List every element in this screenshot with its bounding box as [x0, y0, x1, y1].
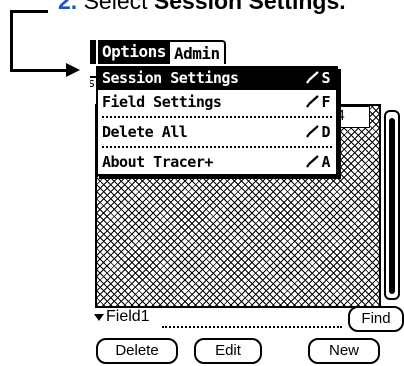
scrollbar[interactable] — [384, 110, 400, 300]
menu-shortcut: F — [305, 93, 330, 111]
command-stroke-icon — [305, 71, 320, 85]
shortcut-key: A — [321, 153, 330, 171]
callout-line-top — [10, 10, 48, 13]
field-selector[interactable]: Field1 — [106, 308, 150, 326]
menu-item-delete-all[interactable]: Delete All D — [98, 120, 336, 144]
background-label: s — [90, 76, 96, 90]
menu-item-label: Session Settings — [102, 69, 239, 87]
menu-options[interactable]: Options — [98, 40, 170, 64]
shortcut-key: F — [321, 93, 330, 111]
menu-item-label: Delete All — [102, 123, 188, 141]
menu-shortcut: D — [305, 123, 330, 141]
shortcut-key: S — [321, 69, 330, 87]
menu-item-field-settings[interactable]: Field Settings F — [98, 90, 336, 114]
callout-line-horizontal — [10, 69, 68, 72]
command-stroke-icon — [305, 95, 320, 109]
instruction-target: Session Settings. — [153, 0, 346, 14]
background-cell: 4 — [334, 106, 370, 128]
menu-item-about[interactable]: About Tracer+ A — [98, 150, 336, 174]
menu-item-label: Field Settings — [102, 93, 222, 111]
command-stroke-icon — [305, 125, 320, 139]
menu-shortcut: S — [305, 69, 330, 87]
field-row: Field1 Find — [90, 306, 404, 332]
menu-item-label: About Tracer+ — [102, 153, 213, 171]
dropdown-triangle-icon[interactable] — [94, 314, 104, 321]
options-dropdown-menu: Session Settings S Field Settings F Dele… — [96, 66, 338, 176]
instruction-caption: 2. Select Session Settings. — [58, 0, 346, 15]
scrollbar-thumb[interactable] — [389, 118, 395, 294]
find-button[interactable]: Find — [348, 306, 404, 332]
shortcut-key: D — [321, 123, 330, 141]
menu-bar-edge — [90, 40, 96, 64]
callout-line-vertical — [10, 10, 13, 72]
edit-button[interactable]: Edit — [194, 338, 262, 364]
callout-arrow-head-icon — [66, 63, 80, 77]
menu-bar: Options Admin — [90, 40, 226, 64]
menu-separator — [102, 146, 332, 148]
instruction-prefix: Select — [83, 0, 148, 14]
menu-item-session-settings[interactable]: Session Settings S — [98, 66, 336, 90]
delete-button[interactable]: Delete — [96, 338, 178, 364]
step-number: 2. — [58, 0, 78, 14]
field-input[interactable] — [162, 326, 342, 328]
new-button[interactable]: New — [308, 338, 380, 364]
menu-shortcut: A — [305, 153, 330, 171]
menu-separator — [102, 116, 332, 118]
menu-admin[interactable]: Admin — [169, 40, 226, 64]
command-stroke-icon — [305, 155, 320, 169]
palm-screen: s 4 Field1 Find Delete Edit New Options … — [90, 40, 404, 366]
